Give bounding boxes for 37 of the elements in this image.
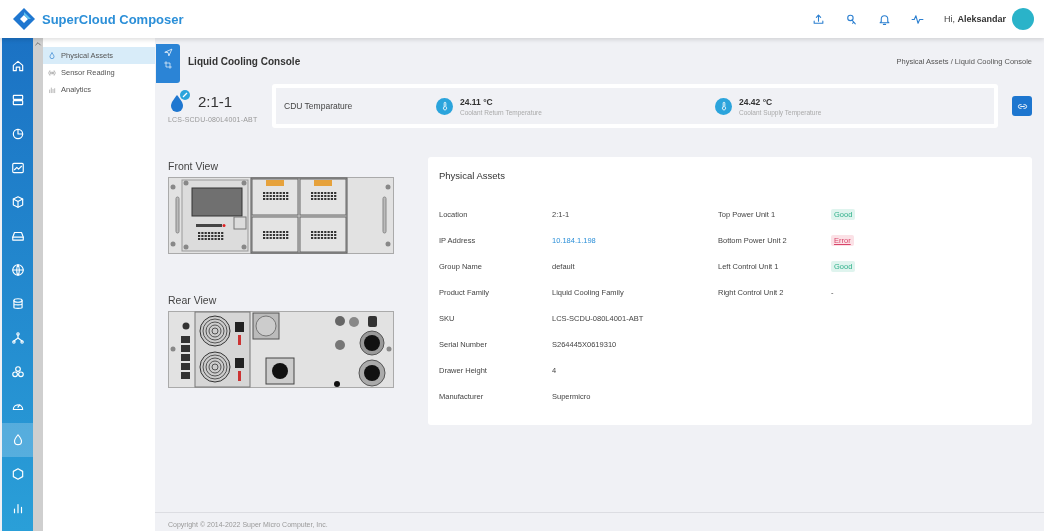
navigation-arrow-icon[interactable] — [163, 48, 173, 57]
line-chart-icon — [10, 161, 25, 175]
network-icon — [10, 331, 25, 345]
temperature-value: 24.11 °C — [460, 96, 494, 107]
temperature-value: 24.42 °C — [739, 96, 774, 107]
thermometer-icon — [715, 97, 732, 115]
temperature-label: CDU Temparature — [284, 101, 354, 111]
hexagon-icon — [10, 467, 25, 481]
notification-icon[interactable] — [877, 12, 891, 26]
device-name: 2:1-1 — [198, 92, 233, 110]
logo-icon — [12, 7, 36, 31]
page-title: Liquid Cooling Console — [188, 55, 301, 67]
globe-icon — [10, 263, 25, 277]
droplet-link-icon — [168, 89, 192, 113]
link-button[interactable] — [1012, 96, 1032, 116]
view-title: Rear View — [168, 294, 218, 306]
drive-icon — [10, 229, 25, 243]
user-greeting: Hi, Aleksandar — [943, 14, 1006, 24]
upload-icon[interactable] — [811, 12, 825, 26]
card-title: Physical Assets — [439, 170, 506, 181]
database-icon — [10, 297, 25, 311]
caret-up-icon[interactable] — [34, 40, 42, 48]
scrollbar[interactable] — [33, 38, 43, 531]
signal-icon — [48, 68, 56, 77]
bar-chart-icon — [48, 85, 56, 94]
pie-chart-icon — [10, 127, 25, 141]
server-icon — [10, 93, 25, 107]
home-icon — [10, 59, 25, 73]
app-title: SuperCloud Composer — [42, 11, 184, 27]
cluster-icon — [10, 365, 25, 379]
cube-icon — [10, 195, 25, 209]
thermometer-icon — [436, 97, 453, 115]
view-title: Front View — [168, 160, 219, 172]
activity-icon[interactable] — [910, 12, 924, 26]
user-avatar[interactable] — [1012, 8, 1034, 30]
crop-icon[interactable] — [164, 61, 172, 69]
droplet-icon — [48, 51, 56, 60]
